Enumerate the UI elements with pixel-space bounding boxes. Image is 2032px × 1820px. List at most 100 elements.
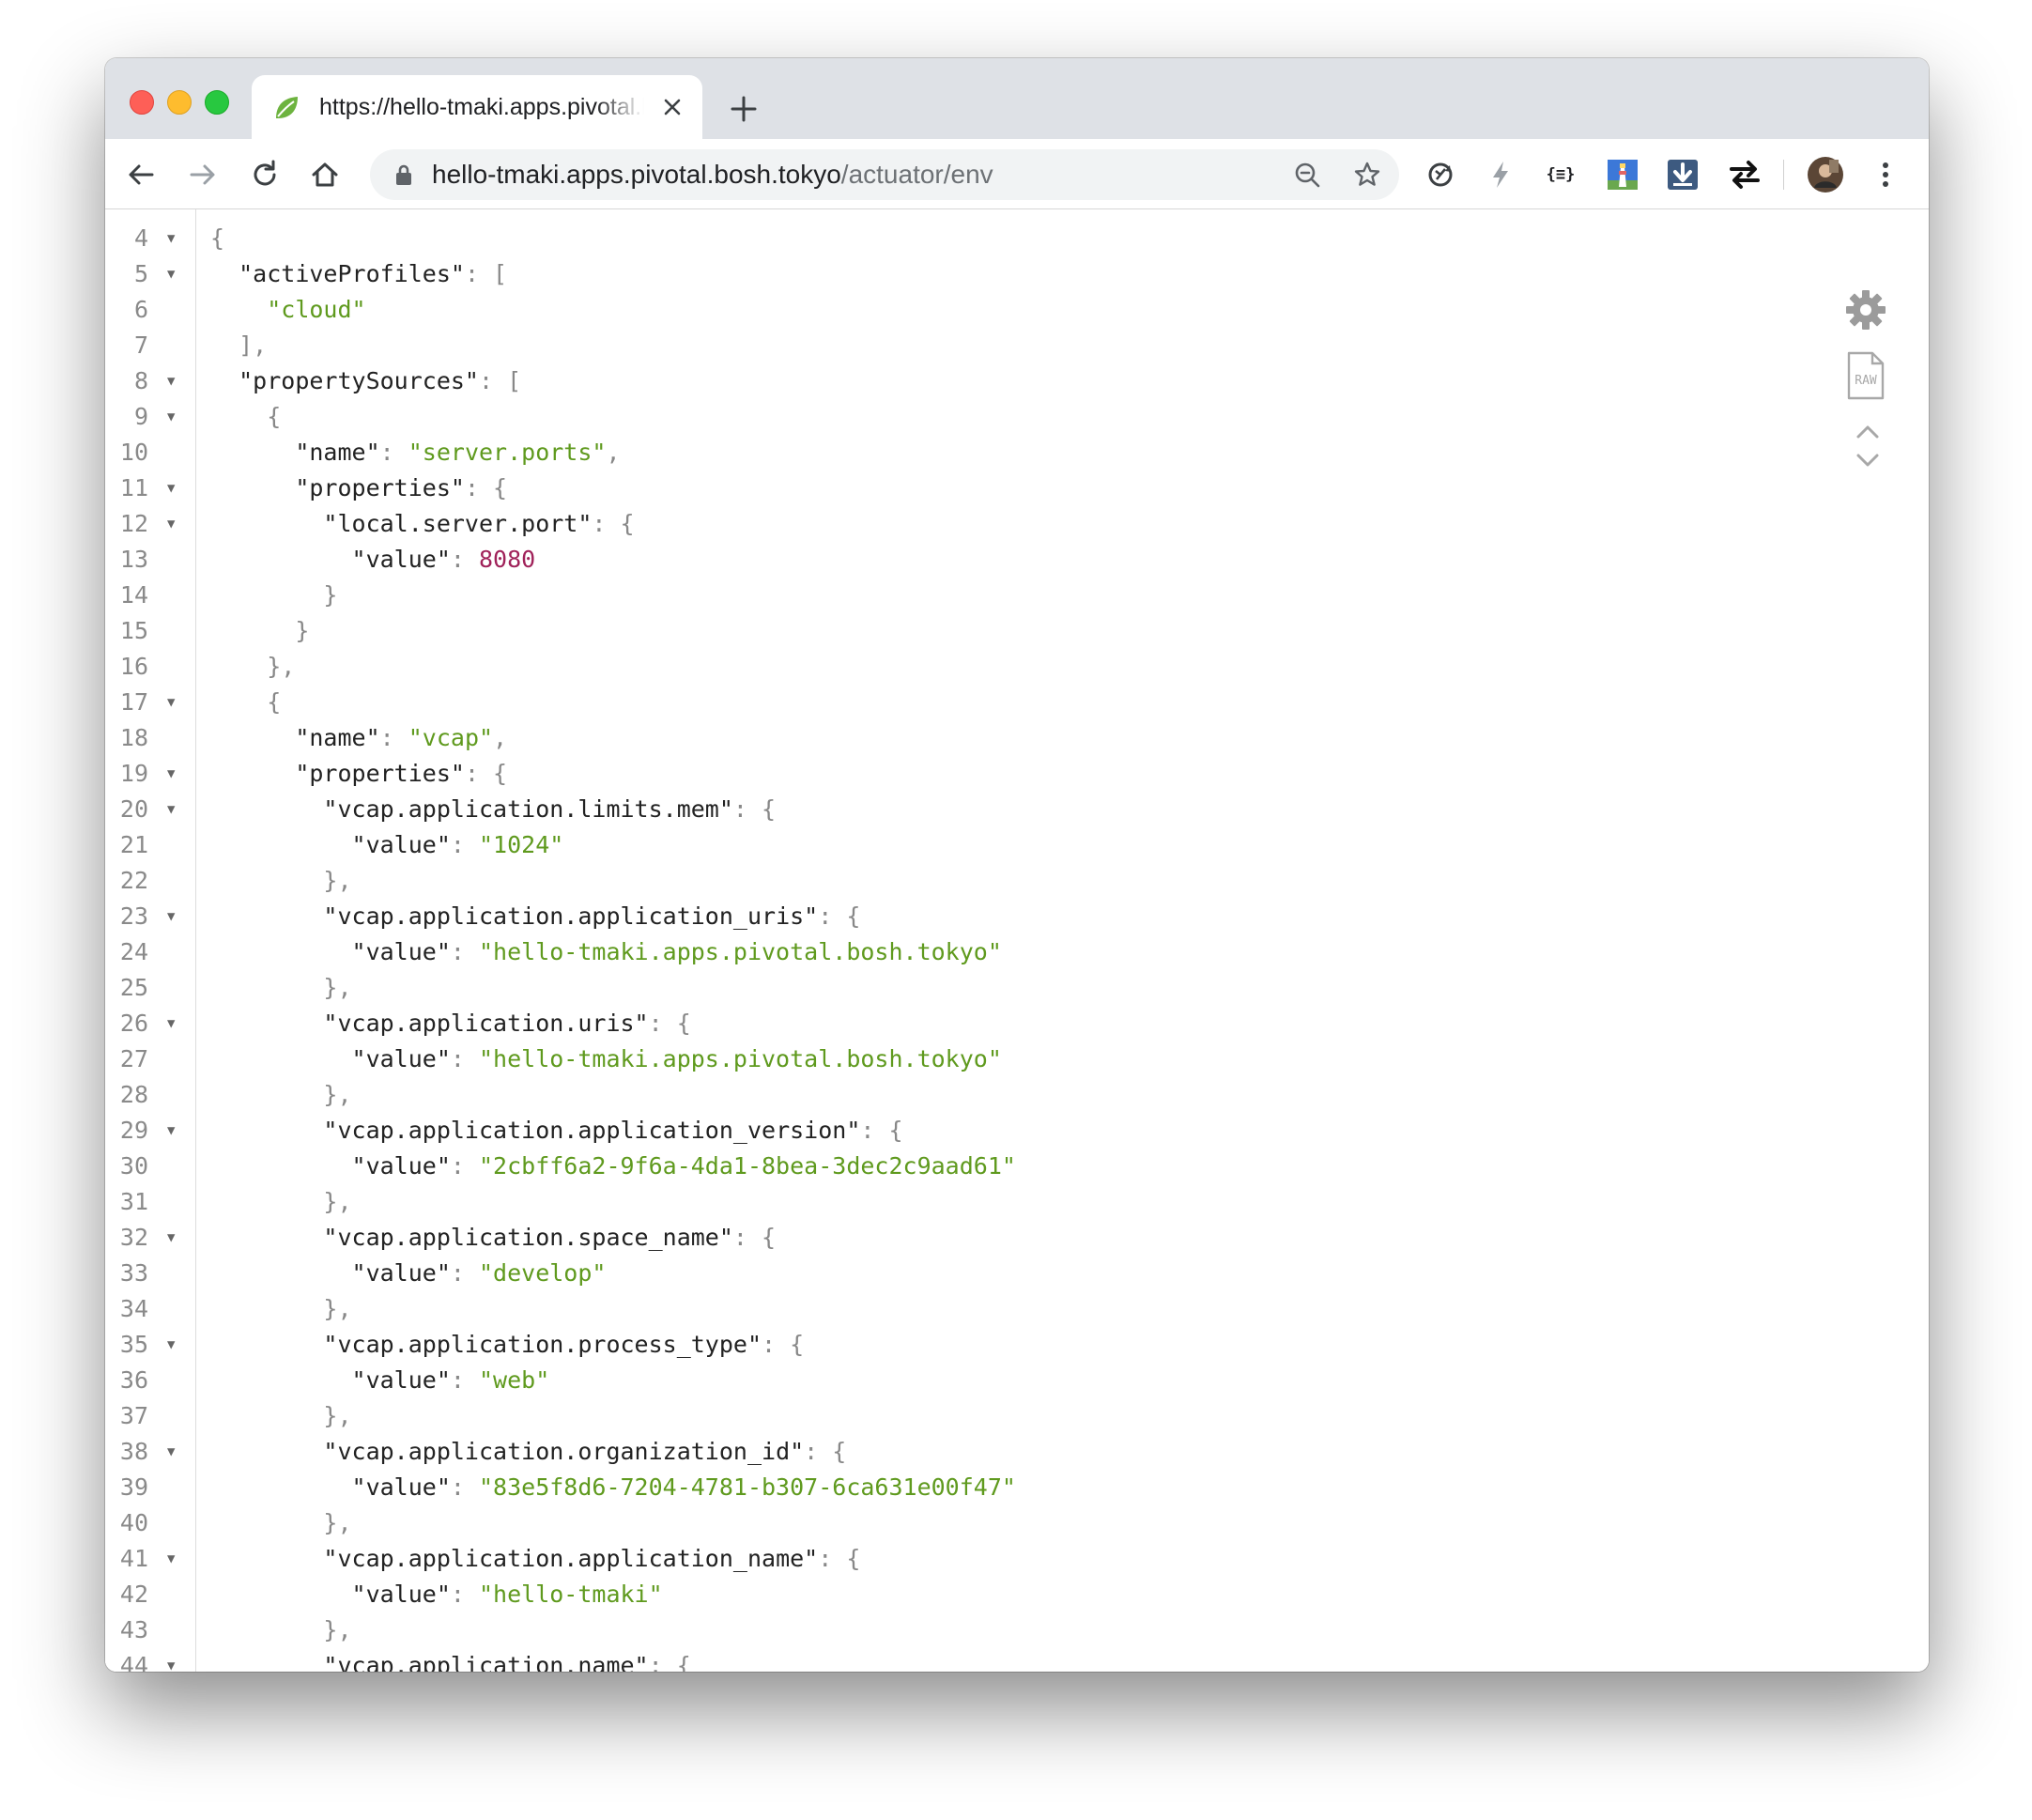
sync-extension-icon[interactable] [1422, 156, 1459, 193]
window-minimize-button[interactable] [167, 90, 192, 115]
reload-icon[interactable] [246, 156, 284, 193]
code-line: 23 ▼ "vcap.application.application_uris":… [105, 899, 1929, 934]
fold-toggle-icon[interactable]: ▼ [167, 1648, 175, 1672]
json-punctuation: ], [239, 332, 268, 359]
code-line: 10 "name": "server.ports", [105, 435, 1929, 470]
code-text: "value": "web" [210, 1363, 550, 1398]
browser-toolbar: hello-tmaki.apps.pivotal.bosh.tokyo/actu… [105, 139, 1929, 209]
code-line: 4 ▼ { [105, 221, 1929, 256]
json-punctuation: , [493, 724, 508, 751]
browser-window: https://hello-tmaki.apps.pivotal.bosh.to… [105, 58, 1929, 1672]
code-text: "local.server.port": { [210, 506, 634, 542]
window-zoom-button[interactable] [205, 90, 229, 115]
browser-menu-icon[interactable] [1867, 156, 1904, 193]
json-punctuation: : [450, 938, 479, 965]
json-punctuation: : [450, 1581, 479, 1608]
address-bar[interactable]: hello-tmaki.apps.pivotal.bosh.tokyo/actu… [370, 149, 1399, 200]
json-punctuation: }, [323, 867, 352, 894]
fold-toggle-icon[interactable]: ▼ [167, 899, 175, 934]
home-icon[interactable] [306, 156, 344, 193]
json-key: "vcap.application.space_name" [323, 1224, 733, 1251]
line-number: 17 [119, 688, 148, 716]
line-number: 18 [119, 724, 148, 751]
json-key: "vcap.application.process_type" [323, 1331, 762, 1358]
fold-toggle-icon[interactable]: ▼ [167, 363, 175, 399]
code-text: }, [210, 1077, 351, 1113]
code-line: 40 }, [105, 1505, 1929, 1541]
fold-toggle-icon[interactable]: ▼ [167, 685, 175, 720]
code-line: 22 }, [105, 863, 1929, 899]
swap-extension-icon[interactable] [1726, 156, 1763, 193]
code-text: }, [210, 649, 295, 685]
line-number: 39 [119, 1473, 148, 1501]
code-text: "value": "83e5f8d6-7204-4781-b307-6ca631… [210, 1470, 1016, 1505]
code-line: 35 ▼ "vcap.application.process_type": { [105, 1327, 1929, 1363]
lock-icon[interactable] [394, 163, 413, 186]
back-arrow-icon[interactable] [122, 156, 160, 193]
url-text[interactable]: hello-tmaki.apps.pivotal.bosh.tokyo/actu… [432, 159, 993, 191]
line-number: 16 [119, 653, 148, 680]
raw-view-button[interactable]: RAW [1846, 350, 1886, 401]
tab-close-icon[interactable] [657, 92, 687, 122]
new-tab-icon[interactable] [727, 92, 761, 126]
fold-toggle-icon[interactable]: ▼ [167, 1327, 175, 1363]
json-key: "local.server.port" [323, 510, 593, 537]
json-key: "vcap.application.application_version" [323, 1117, 861, 1144]
code-line: 44 ▼ "vcap.application.name": { [105, 1648, 1929, 1672]
line-number: 5 [133, 260, 148, 287]
json-punctuation: }, [267, 653, 296, 680]
forward-arrow-icon[interactable] [184, 156, 222, 193]
code-line: 34 }, [105, 1291, 1929, 1327]
fold-toggle-icon[interactable]: ▼ [167, 506, 175, 542]
settings-gear-icon[interactable] [1844, 288, 1887, 332]
window-close-button[interactable] [130, 90, 154, 115]
json-punctuation: }, [323, 1402, 352, 1429]
code-text: }, [210, 1398, 352, 1434]
profile-avatar[interactable] [1807, 156, 1844, 193]
line-number: 32 [119, 1224, 148, 1251]
line-number: 6 [133, 296, 148, 323]
fold-toggle-icon[interactable]: ▼ [167, 256, 175, 292]
fold-toggle-icon[interactable]: ▼ [167, 1434, 175, 1470]
active-tab[interactable]: https://hello-tmaki.apps.pivotal.bosh.to… [252, 75, 702, 139]
fold-toggle-icon[interactable]: ▼ [167, 1113, 175, 1149]
json-key: "properties" [295, 474, 465, 501]
json-key: "vcap.application.organization_id" [323, 1438, 805, 1465]
code-text: "vcap.application.organization_id": { [210, 1434, 846, 1470]
lightning-extension-icon[interactable] [1482, 156, 1519, 193]
fold-toggle-icon[interactable]: ▼ [167, 1541, 175, 1577]
code-text: "vcap.application.application_name": { [210, 1541, 860, 1577]
download-extension-icon[interactable] [1664, 156, 1701, 193]
json-formatter-extension-icon[interactable]: {≡} [1542, 156, 1579, 193]
json-key: "activeProfiles" [239, 260, 465, 287]
bookmark-star-icon[interactable] [1352, 160, 1382, 190]
lighthouse-extension-icon[interactable] [1604, 156, 1641, 193]
fold-toggle-icon[interactable]: ▼ [167, 1220, 175, 1256]
fold-toggle-icon[interactable]: ▼ [167, 756, 175, 792]
collapse-expand-icon[interactable] [1854, 420, 1882, 472]
line-number: 20 [119, 795, 148, 823]
fold-toggle-icon[interactable]: ▼ [167, 399, 175, 435]
json-punctuation: { [267, 688, 282, 716]
zoom-icon[interactable] [1292, 160, 1322, 190]
fold-toggle-icon[interactable]: ▼ [167, 221, 175, 256]
fold-toggle-icon[interactable]: ▼ [167, 792, 175, 827]
json-punctuation: : [ [464, 260, 508, 287]
url-path: /actuator/env [840, 160, 993, 189]
fold-toggle-icon[interactable]: ▼ [167, 470, 175, 506]
json-punctuation: }, [323, 1295, 352, 1322]
code-text: "value": 8080 [210, 542, 536, 578]
json-key: "value" [351, 1152, 451, 1180]
fold-toggle-icon[interactable]: ▼ [167, 1006, 175, 1041]
json-string: "hello-tmaki.apps.pivotal.bosh.tokyo" [478, 938, 1002, 965]
code-line: 27 "value": "hello-tmaki.apps.pivotal.bo… [105, 1041, 1929, 1077]
